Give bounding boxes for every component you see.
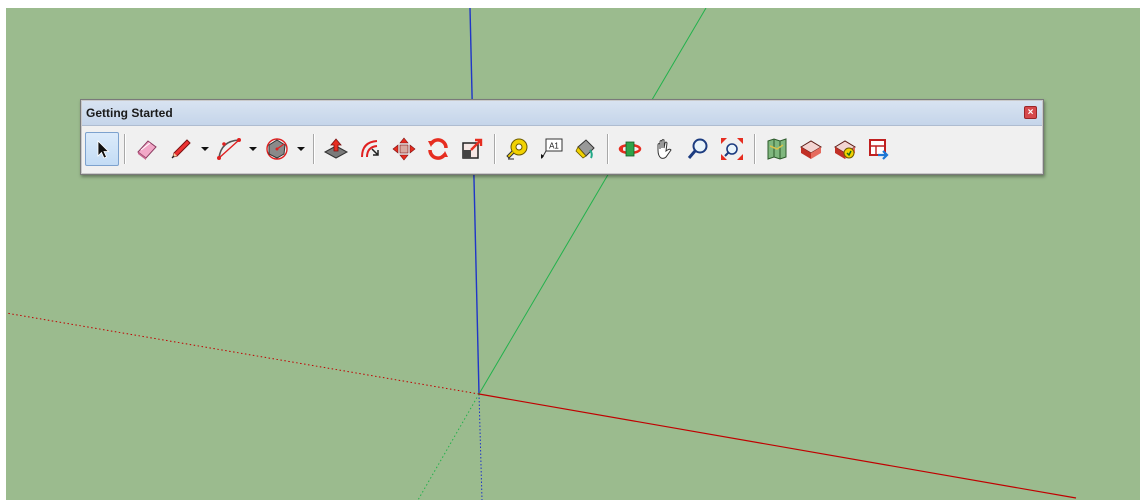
- toolbar-separator: [607, 134, 608, 164]
- scale-icon: [460, 137, 484, 161]
- text-label-icon: A1: [538, 137, 564, 161]
- tape-measure-icon: [505, 137, 529, 161]
- blue-axis-negative: [478, 393, 483, 500]
- paint-bucket-icon: [573, 137, 597, 161]
- magnifier-icon: [686, 137, 710, 161]
- tape-measure-tool[interactable]: [500, 132, 534, 166]
- 3d-warehouse-button[interactable]: [794, 132, 828, 166]
- chevron-down-icon: [296, 146, 306, 152]
- drawing-axes: [6, 8, 1077, 500]
- text-tool[interactable]: A1: [534, 132, 568, 166]
- chevron-down-icon: [200, 146, 210, 152]
- extension-warehouse-button[interactable]: [828, 132, 862, 166]
- offset-icon: [358, 137, 382, 161]
- arrow-cursor-icon: [91, 138, 113, 160]
- rotate-icon: [426, 137, 450, 161]
- toolbar-separator: [494, 134, 495, 164]
- extension-warehouse-icon: [833, 137, 857, 161]
- offset-tool[interactable]: [353, 132, 387, 166]
- model-viewport[interactable]: [6, 8, 1140, 500]
- green-axis-negative: [417, 393, 480, 500]
- red-axis-positive: [478, 393, 1077, 499]
- line-tool[interactable]: [164, 132, 198, 166]
- eraser-icon: [135, 137, 159, 161]
- hand-icon: [652, 137, 676, 161]
- select-tool[interactable]: [85, 132, 119, 166]
- shapes-tool[interactable]: [260, 132, 294, 166]
- orbit-tool[interactable]: [613, 132, 647, 166]
- push-pull-icon: [323, 137, 349, 161]
- toolbar-separator: [754, 134, 755, 164]
- green-axis-positive: [478, 8, 707, 395]
- rotate-tool[interactable]: [421, 132, 455, 166]
- close-button[interactable]: ×: [1024, 106, 1037, 119]
- getting-started-toolbar: Getting Started × A1: [80, 99, 1044, 175]
- arc-tool[interactable]: [212, 132, 246, 166]
- tools-row: A1: [85, 129, 1039, 169]
- layout-icon: [867, 137, 891, 161]
- arc-icon: [216, 137, 242, 161]
- blue-axis-positive: [469, 8, 480, 395]
- polygon-icon: [265, 137, 289, 161]
- send-to-layout-button[interactable]: [862, 132, 896, 166]
- map-icon: [765, 137, 789, 161]
- scale-tool[interactable]: [455, 132, 489, 166]
- shapes-tool-dropdown[interactable]: [294, 132, 308, 166]
- zoom-extents-icon: [720, 137, 744, 161]
- zoom-tool[interactable]: [681, 132, 715, 166]
- warehouse-icon: [799, 137, 823, 161]
- pan-tool[interactable]: [647, 132, 681, 166]
- move-icon: [392, 137, 416, 161]
- toolbar-separator: [124, 134, 125, 164]
- add-location-button[interactable]: [760, 132, 794, 166]
- toolbar-title: Getting Started: [86, 106, 173, 120]
- pencil-icon: [169, 137, 193, 161]
- move-tool[interactable]: [387, 132, 421, 166]
- svg-text:A1: A1: [549, 142, 559, 151]
- eraser-tool[interactable]: [130, 132, 164, 166]
- arc-tool-dropdown[interactable]: [246, 132, 260, 166]
- toolbar-titlebar[interactable]: Getting Started ×: [82, 101, 1042, 126]
- red-axis-negative: [6, 312, 480, 395]
- toolbar-separator: [313, 134, 314, 164]
- zoom-extents-tool[interactable]: [715, 132, 749, 166]
- paint-bucket-tool[interactable]: [568, 132, 602, 166]
- push-pull-tool[interactable]: [319, 132, 353, 166]
- orbit-icon: [618, 137, 642, 161]
- chevron-down-icon: [248, 146, 258, 152]
- line-tool-dropdown[interactable]: [198, 132, 212, 166]
